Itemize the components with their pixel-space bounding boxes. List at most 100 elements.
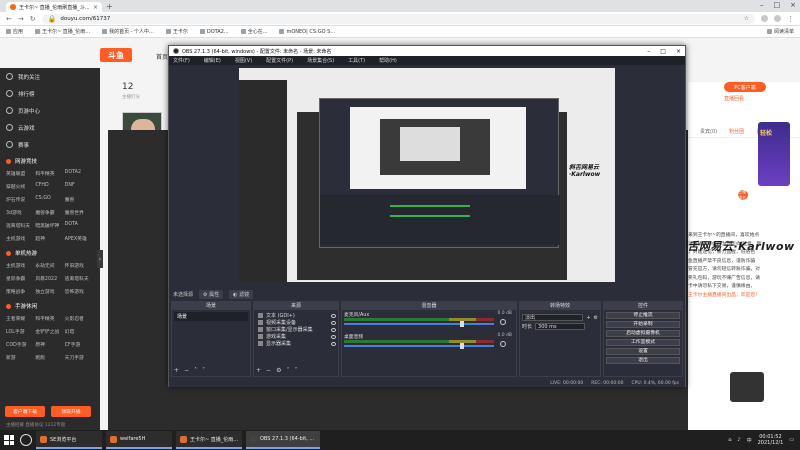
category-link[interactable]: 和平精英: [35, 170, 64, 177]
bookmark-item[interactable]: mONEO| CS:GO S...: [279, 29, 335, 35]
bookmark-item[interactable]: 应用: [6, 28, 23, 35]
filters-button[interactable]: ◐ 滤镜: [229, 289, 254, 299]
category-link[interactable]: DNF: [65, 183, 94, 190]
category-link[interactable]: DOTA2: [65, 170, 94, 177]
notification-icon[interactable]: ▭: [789, 437, 794, 443]
category-link[interactable]: CF手游: [65, 341, 94, 348]
category-link[interactable]: 跑跑: [35, 354, 64, 361]
category-link[interactable]: 炉石传说: [6, 196, 35, 203]
category-link[interactable]: 策略战争: [6, 288, 35, 295]
properties-button[interactable]: ⚙ 属性: [199, 289, 224, 299]
category-link[interactable]: 恐怖游戏: [65, 288, 94, 295]
duration-input[interactable]: 300 ms: [535, 323, 586, 330]
sidebar-item-cloudgame[interactable]: 云游戏: [0, 119, 100, 136]
address-bar[interactable]: 🔒 douyu.com/61737 ☆: [41, 13, 755, 24]
remove-icon[interactable]: −: [266, 367, 271, 374]
category-link[interactable]: 主机游戏: [6, 235, 35, 242]
menu-view[interactable]: 视图(V): [235, 57, 252, 64]
down-icon[interactable]: ˅: [202, 367, 205, 374]
speaker-icon[interactable]: [500, 341, 506, 347]
category-link[interactable]: 原神: [35, 341, 64, 348]
sidebar-collapse-handle[interactable]: ‹: [97, 250, 103, 268]
browser-tab[interactable]: 王卡尔~ 直播_伦雨刷直播_斗... ×: [6, 2, 102, 12]
category-link[interactable]: 王者荣耀: [6, 315, 35, 322]
sidebar-item-rank[interactable]: 排行榜: [0, 85, 100, 102]
category-link[interactable]: 逃离塔科夫: [65, 275, 94, 282]
rank-badge-right[interactable]: 轻松: [758, 122, 790, 186]
maximize-icon[interactable]: □: [774, 1, 781, 9]
up-icon[interactable]: ˄: [286, 367, 289, 374]
replay-link[interactable]: 直播回看: [724, 95, 744, 102]
volume-fader-handle[interactable]: [460, 321, 464, 327]
extension-icon[interactable]: [761, 15, 768, 22]
clock[interactable]: 00:01:52 2021/12/1: [758, 434, 784, 446]
category-link[interactable]: 魔兽争霸: [35, 209, 64, 216]
profile-avatar-icon[interactable]: [774, 15, 781, 22]
close-icon[interactable]: ×: [676, 48, 681, 55]
volume-fader-handle[interactable]: [460, 343, 464, 349]
down-icon[interactable]: ˅: [294, 367, 297, 374]
stop-streaming-button[interactable]: 停止推流: [606, 312, 680, 319]
visibility-icon[interactable]: [331, 334, 336, 339]
category-link[interactable]: 魔兽: [65, 196, 94, 203]
pc-client-button[interactable]: PC客户端: [724, 82, 766, 92]
more-menu-icon[interactable]: ⋮: [787, 15, 794, 23]
category-link[interactable]: 和平精英: [35, 315, 64, 322]
source-item[interactable]: 视频采集设备: [256, 319, 336, 326]
category-link[interactable]: 新游: [6, 354, 35, 361]
visibility-icon[interactable]: [331, 313, 336, 318]
maximize-icon[interactable]: □: [660, 48, 666, 55]
category-link[interactable]: 英雄联盟: [6, 170, 35, 177]
input-language[interactable]: 中: [747, 437, 752, 444]
obs-preview[interactable]: 斜舌网易云·Karlwow: [239, 68, 615, 282]
menu-edit[interactable]: 编辑(E): [204, 57, 221, 64]
sidebar-item-follow[interactable]: 我的关注: [0, 68, 100, 85]
menu-profile[interactable]: 配置文件(P): [266, 57, 293, 64]
minimize-icon[interactable]: –: [760, 1, 764, 9]
taskbar-app-obs[interactable]: OBS 27.1.3 (64-bit, ...: [246, 431, 320, 449]
studio-mode-button[interactable]: 工作室模式: [606, 339, 680, 346]
virtual-camera-button[interactable]: 启动虚拟摄像机: [606, 330, 680, 337]
category-link[interactable]: 火影忍者: [65, 315, 94, 322]
category-link[interactable]: 魔兽世界: [65, 209, 94, 216]
category-link[interactable]: LOL手游: [6, 328, 35, 335]
visibility-icon[interactable]: [331, 341, 336, 346]
gift-badge[interactable]: [730, 372, 764, 402]
new-tab-icon[interactable]: +: [106, 2, 113, 11]
gear-icon[interactable]: ⚙: [594, 315, 598, 321]
remove-icon[interactable]: −: [184, 367, 189, 374]
speaker-icon[interactable]: [500, 319, 506, 325]
source-item[interactable]: 显示器采集: [256, 340, 336, 347]
douyu-logo[interactable]: 斗鱼: [100, 48, 132, 62]
taskbar-app[interactable]: SE浏览平台: [36, 431, 102, 449]
scene-item[interactable]: 场景: [174, 312, 248, 321]
category-link[interactable]: DOTA: [65, 222, 94, 229]
sidebar-item-events[interactable]: 赛事: [0, 136, 100, 153]
category-link[interactable]: COD手游: [6, 341, 35, 348]
category-link[interactable]: 3d游戏: [6, 209, 35, 216]
volume-fader[interactable]: [344, 345, 494, 347]
gear-icon[interactable]: ⚙: [276, 367, 281, 374]
category-link[interactable]: 逃离塔科夫: [6, 222, 35, 229]
source-item[interactable]: 文本 (GDI+): [256, 312, 336, 319]
network-icon[interactable]: ⌂: [728, 437, 731, 443]
volume-fader[interactable]: [344, 323, 494, 325]
category-link[interactable]: 金铲铲之战: [35, 328, 64, 335]
taskbar-app[interactable]: 王卡尔~ 直播_伦雨...: [176, 431, 242, 449]
category-link[interactable]: 超神: [35, 235, 64, 242]
close-tab-icon[interactable]: ×: [93, 4, 98, 11]
add-icon[interactable]: +: [256, 367, 261, 374]
reload-icon[interactable]: ↻: [30, 15, 36, 23]
bookmark-item[interactable]: 王卡尔: [165, 28, 188, 35]
category-link[interactable]: 独立游戏: [35, 288, 64, 295]
category-link[interactable]: 永劫无间: [35, 262, 64, 269]
add-icon[interactable]: +: [174, 367, 179, 374]
visibility-icon[interactable]: [331, 320, 336, 325]
menu-help[interactable]: 帮助(H): [379, 57, 397, 64]
search-icon[interactable]: [20, 434, 32, 446]
tab-fans[interactable]: 粉丝团: [729, 128, 744, 135]
category-link[interactable]: 幻塔: [65, 328, 94, 335]
bookmark-item[interactable]: 我的首页 - 个人中...: [102, 28, 154, 35]
add-icon[interactable]: +: [586, 315, 590, 321]
category-link[interactable]: 风暴2022: [35, 275, 64, 282]
